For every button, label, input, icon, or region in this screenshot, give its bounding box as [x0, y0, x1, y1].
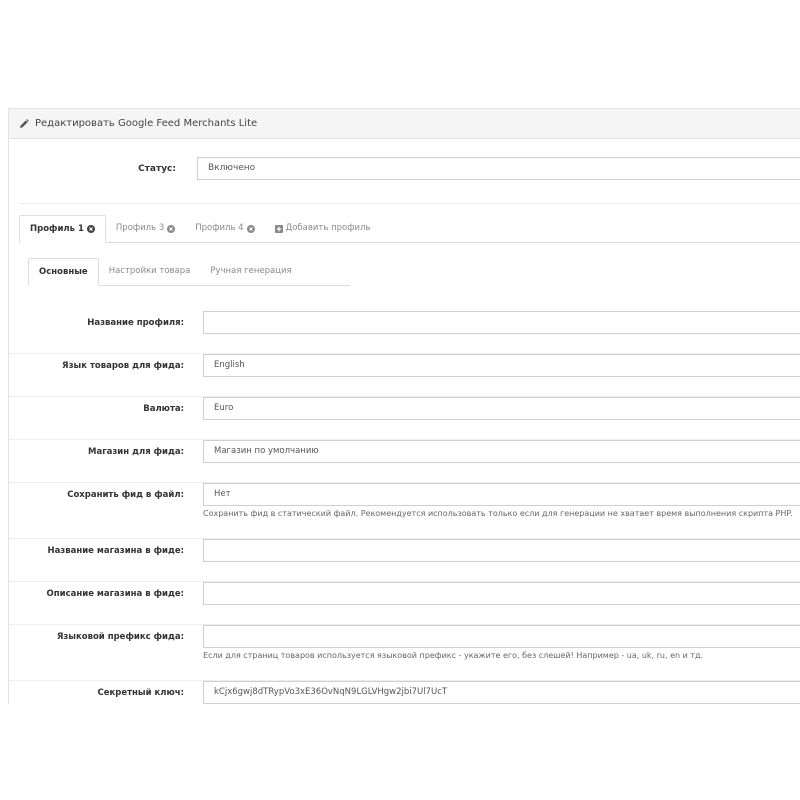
field-label: Валюта: — [143, 404, 184, 414]
tab-profile-3[interactable]: Профиль 3 — [106, 215, 185, 242]
section-tabs: Основные Настройки товара Ручная генерац… — [28, 258, 350, 286]
store-description-input[interactable] — [203, 582, 800, 605]
field-label: Название профиля: — [87, 318, 184, 328]
help-text: Если для страниц товаров используется яз… — [203, 651, 704, 660]
close-circle-icon[interactable] — [167, 224, 176, 233]
tab-label: Профиль 1 — [30, 223, 84, 234]
field-save-to-file: Сохранить фид в файл: Нет Сохранить фид … — [9, 483, 800, 539]
field-language-prefix: Языковой префикс фида: Если для страниц … — [9, 625, 800, 681]
tab-profile-1[interactable]: Профиль 1 — [19, 215, 106, 243]
field-label: Язык товаров для фида: — [62, 361, 184, 371]
field-store-name: Название магазина в фиде: — [9, 539, 800, 582]
secret-key-input[interactable]: kCjx6gwj8dTRypVo3xE36OvNqN9LGLVHgw2jbi7U… — [203, 681, 800, 704]
tab-basic[interactable]: Основные — [28, 258, 99, 286]
plus-square-icon — [274, 224, 283, 233]
tab-profile-4[interactable]: Профиль 4 — [185, 215, 264, 242]
tab-label: Добавить профиль — [285, 223, 371, 233]
tab-add-profile[interactable]: Добавить профиль — [265, 215, 381, 242]
tab-label: Профиль 4 — [195, 223, 244, 233]
profile-name-input[interactable] — [203, 311, 800, 334]
tab-manual-generation[interactable]: Ручная генерация — [200, 258, 301, 285]
field-label: Сохранить фид в файл: — [67, 490, 184, 500]
help-text: Сохранить фид в статический файл. Рекоме… — [203, 509, 793, 518]
status-label: Статус: — [138, 164, 176, 174]
close-circle-icon[interactable] — [86, 225, 95, 233]
tab-label: Профиль 3 — [115, 223, 165, 233]
currency-select[interactable]: Euro — [203, 397, 800, 420]
divider — [19, 203, 800, 204]
save-to-file-select[interactable]: Нет — [203, 483, 800, 506]
field-profile-name: Название профиля: — [9, 311, 800, 354]
field-feed-store: Магазин для фида: Магазин по умолчанию — [9, 440, 800, 483]
edit-panel: Редактировать Google Feed Merchants Lite… — [8, 108, 800, 704]
field-label: Магазин для фида: — [88, 447, 184, 457]
field-secret-key: Секретный ключ: kCjx6gwj8dTRypVo3xE36OvN… — [9, 681, 800, 704]
field-label: Языковой префикс фида: — [56, 632, 184, 642]
field-label: Название магазина в фиде: — [47, 546, 184, 556]
store-name-input[interactable] — [203, 539, 800, 562]
language-prefix-input[interactable] — [203, 625, 800, 648]
close-circle-icon[interactable] — [246, 224, 255, 233]
feed-store-select[interactable]: Магазин по умолчанию — [203, 440, 800, 463]
field-label: Секретный ключ: — [97, 688, 184, 698]
pencil-icon — [20, 118, 29, 128]
field-currency: Валюта: Euro — [9, 397, 800, 440]
profile-tabs: Профиль 1 Профиль 3 Профиль 4 Добавить п… — [19, 215, 800, 243]
field-label: Описание магазина в фиде: — [46, 589, 184, 599]
status-row: Статус: Включено — [9, 157, 800, 183]
status-select[interactable]: Включено — [197, 157, 800, 180]
feed-language-select[interactable]: English — [203, 354, 800, 377]
panel-title: Редактировать Google Feed Merchants Lite — [35, 118, 258, 129]
panel-heading: Редактировать Google Feed Merchants Lite — [9, 109, 800, 139]
tab-product-settings[interactable]: Настройки товара — [99, 258, 201, 285]
field-store-description: Описание магазина в фиде: — [9, 582, 800, 625]
field-feed-language: Язык товаров для фида: English — [9, 354, 800, 397]
